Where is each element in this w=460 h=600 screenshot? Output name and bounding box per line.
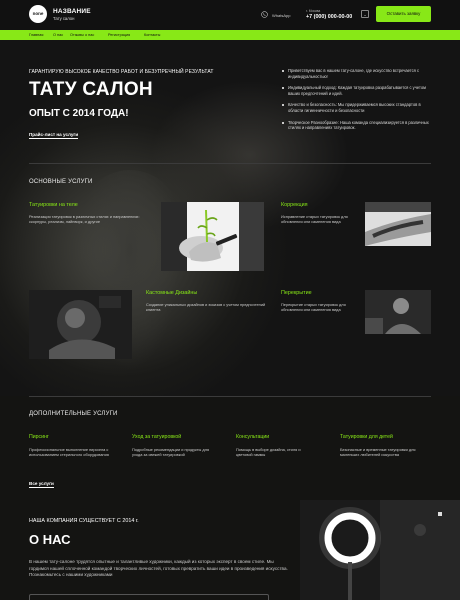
ring-light-photo	[300, 500, 460, 600]
cover-up-photo	[365, 290, 431, 334]
service-text: Реализация татуировок в различных стилях…	[29, 214, 140, 225]
hero-bullet: Качество и безопасность: Мы придерживаем…	[281, 102, 431, 113]
tattoo-on-hand-photo	[161, 202, 264, 271]
divider	[29, 163, 431, 164]
phone-number[interactable]: +7 (000) 000-00-00	[306, 14, 352, 20]
service-title[interactable]: Перекрытие	[281, 290, 312, 296]
whatsapp-link[interactable]: WhatsApp	[272, 13, 290, 18]
nav-item-reviews[interactable]: Отзывы о нас	[70, 33, 94, 37]
brand-subtitle: Тату салон	[53, 15, 75, 21]
additional-text: Безопасные и временные татуировки для ма…	[340, 447, 416, 458]
hero-subtitle: ГАРАНТИРУЮ ВЫСОКОЕ КАЧЕСТВО РАБОТ И БЕЗУ…	[29, 69, 214, 75]
nav-item-home[interactable]: Главная	[29, 33, 43, 37]
hero-bullet: Творческое Разнообразие: Наша команда сп…	[281, 120, 431, 131]
service-title[interactable]: Кастомные Дизайны	[146, 290, 197, 296]
additional-text: Подробные рекомендации и продукты для ух…	[132, 447, 210, 458]
hero-experience: ОПЫТ С 2014 ГОДА!	[29, 108, 129, 119]
additional-title[interactable]: Татуировки для детей	[340, 434, 393, 440]
additional-title[interactable]: Консультации	[236, 434, 269, 440]
price-list-link[interactable]: Прайс-лист на услуги	[29, 132, 79, 139]
hero-bullet: Приветствуем вас в нашем тату-салоне, гд…	[281, 68, 431, 79]
logo[interactable]: none	[29, 5, 47, 23]
all-services-link[interactable]: Все услуги	[29, 481, 54, 488]
main-nav: Главная О нас Отзывы о нас Регистрация К…	[0, 30, 460, 40]
city-label: г. Москва	[306, 9, 321, 13]
hero-title: ТАТУ САЛОН	[29, 79, 153, 100]
nav-item-registration[interactable]: Регистрация	[108, 33, 130, 37]
additional-title[interactable]: Пирсинг	[29, 434, 49, 440]
additional-text: Помощь в выборе дизайна, стиля и цветово…	[236, 447, 301, 458]
custom-design-photo	[29, 290, 132, 359]
service-text: Перекрытие старых татуировок для обновле…	[281, 302, 346, 313]
service-text: Создание уникальных дизайнов и эскизов с…	[146, 302, 266, 313]
about-form-field[interactable]	[29, 594, 269, 600]
about-title: О НАС	[29, 532, 71, 547]
additional-text: Профессиональное выполнение пирсинга с и…	[29, 447, 109, 458]
additional-heading: ДОПОЛНИТЕЛЬНЫЕ УСЛУГИ	[29, 411, 118, 417]
whatsapp-icon[interactable]	[261, 11, 268, 18]
service-text: Исправление старых татуировок для обновл…	[281, 214, 348, 225]
submit-request-button[interactable]: Оставить заявку	[376, 6, 431, 22]
hero-bullet: Индивидуальный подход: Каждая татуировка…	[281, 85, 431, 96]
hero-bullets: Приветствуем вас в нашем тату-салоне, гд…	[281, 68, 431, 137]
chevron-down-icon[interactable]: ⌄	[361, 10, 369, 18]
correction-photo	[365, 202, 431, 246]
brand-name: НАЗВАНИЕ	[53, 8, 91, 15]
nav-item-about[interactable]: О нас	[53, 33, 63, 37]
divider	[29, 396, 431, 397]
nav-item-contacts[interactable]: Контакты	[144, 33, 160, 37]
header: none НАЗВАНИЕ Тату салон WhatsApp г. Мос…	[0, 0, 460, 30]
service-title[interactable]: Коррекция	[281, 202, 308, 208]
services-heading: ОСНОВНЫЕ УСЛУГИ	[29, 179, 93, 185]
service-title[interactable]: Татуировки на теле	[29, 202, 78, 208]
additional-title[interactable]: Уход за татуировкой	[132, 434, 181, 440]
about-text: В нашем тату-салоне трудятся опытные и т…	[29, 559, 288, 578]
about-subtitle: НАША КОМПАНИЯ СУЩЕСТВУЕТ С 2014 г.	[29, 518, 139, 524]
